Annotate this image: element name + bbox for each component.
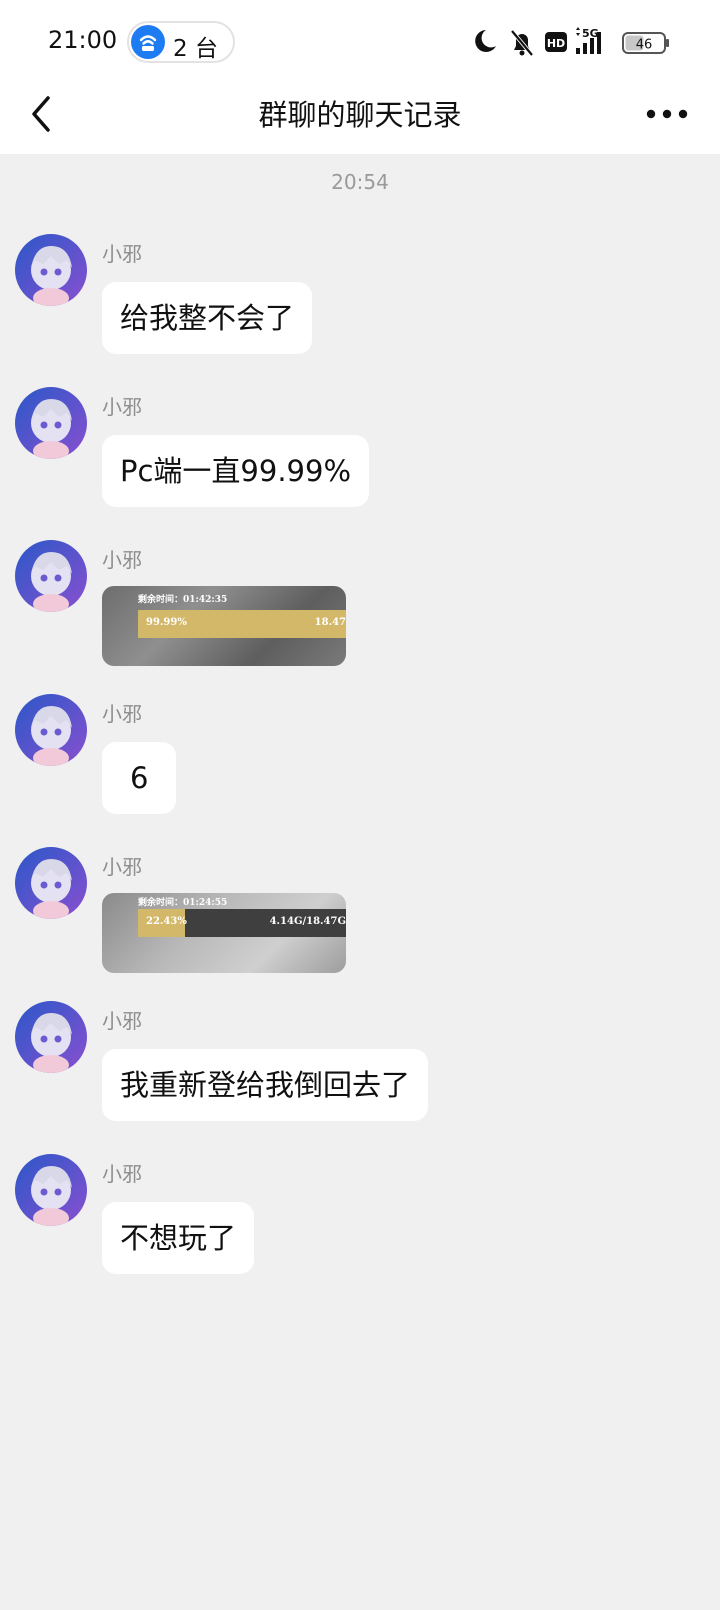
chat-history-screen: 21:00 2 台 HD 5G 46 群聊的聊天记录 20:54 小邪 给我整不…: [0, 0, 720, 1610]
screenshot-progress-bar: 22.43% 4.14G/18.47G: [138, 909, 346, 937]
sender-name: 小邪: [102, 395, 142, 419]
sender-name: 小邪: [102, 1162, 142, 1186]
moon-icon: [475, 30, 496, 52]
chat-timestamp: 20:54: [331, 170, 389, 194]
image-message[interactable]: 剩余时间：01:42:35 99.99% 18.47: [102, 586, 346, 666]
status-time: 21:00: [48, 26, 118, 54]
sender-name: 小邪: [102, 548, 142, 572]
image-message[interactable]: 剩余时间：01:24:55 22.43% 4.14G/18.47G: [102, 893, 346, 973]
message-bubble[interactable]: 我重新登给我倒回去了: [102, 1049, 429, 1121]
page-title: 群聊的聊天记录: [258, 98, 462, 132]
more-dots-icon: [646, 109, 688, 119]
status-bar: 21:00 2 台 HD 5G 46: [0, 0, 720, 80]
avatar[interactable]: [15, 694, 87, 766]
message-bubble[interactable]: 不想玩了: [102, 1202, 255, 1274]
hotspot-count: 2 台: [173, 36, 218, 62]
message-bubble[interactable]: Pc端一直99.99%: [102, 435, 370, 507]
screenshot-size: 4.14G/18.47G: [269, 916, 346, 927]
svg-text:HD: HD: [547, 37, 565, 50]
hd-icon: HD: [545, 32, 567, 52]
avatar[interactable]: [15, 540, 87, 612]
hotspot-indicator[interactable]: 2 台: [127, 21, 235, 63]
screenshot-percent: 99.99%: [146, 617, 187, 628]
sender-name: 小邪: [102, 1009, 142, 1033]
message-bubble[interactable]: 6: [102, 742, 177, 814]
bell-off-icon: [510, 29, 534, 57]
title-bar: 群聊的聊天记录: [0, 80, 720, 154]
avatar[interactable]: [15, 1154, 87, 1226]
screenshot-percent: 22.43%: [146, 916, 187, 927]
avatar[interactable]: [15, 847, 87, 919]
battery-level: 46: [636, 38, 653, 53]
signal-icon: 5G: [576, 27, 601, 54]
more-button[interactable]: [642, 94, 692, 134]
sender-name: 小邪: [102, 702, 142, 726]
battery-icon: 46: [622, 32, 669, 54]
hotspot-icon: [131, 25, 165, 59]
screenshot-time-label: 剩余时间：01:42:35: [138, 595, 228, 605]
screenshot-size: 18.47: [314, 617, 346, 628]
screenshot-time-label: 剩余时间：01:24:55: [138, 898, 228, 908]
avatar[interactable]: [15, 1001, 87, 1073]
status-icons: HD 5G 46: [472, 26, 672, 58]
message-bubble[interactable]: 给我整不会了: [102, 282, 313, 354]
avatar[interactable]: [15, 387, 87, 459]
sender-name: 小邪: [102, 855, 142, 879]
sender-name: 小邪: [102, 242, 142, 266]
screenshot-progress-bar: 99.99% 18.47: [138, 610, 346, 638]
avatar[interactable]: [15, 234, 87, 306]
